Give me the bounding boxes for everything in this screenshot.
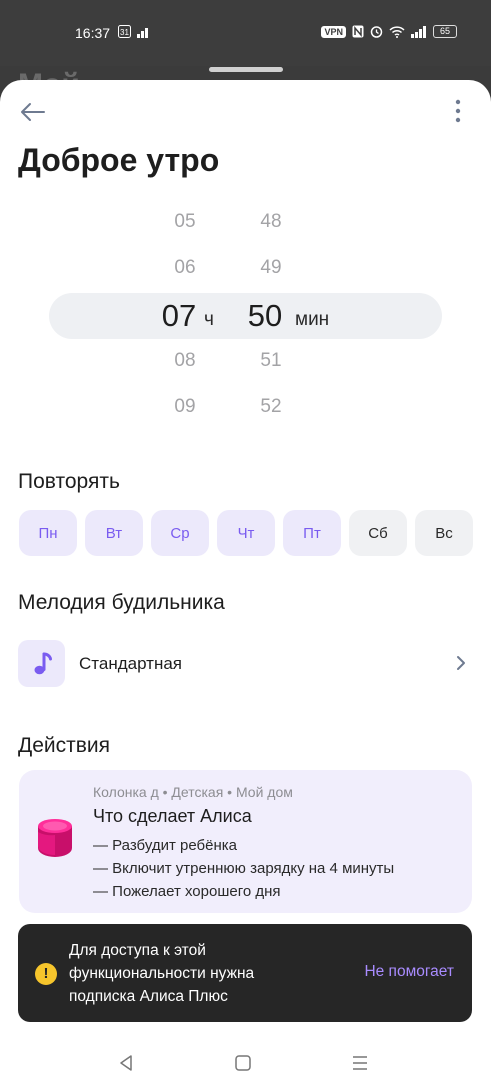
day-toggle-wed[interactable]: Ср (151, 510, 209, 556)
minute-option[interactable]: 51 (241, 350, 301, 372)
music-note-icon (18, 640, 65, 687)
signal-icon-2 (411, 25, 426, 38)
status-right-icons: VPN 65 (321, 25, 457, 38)
selected-minute[interactable]: 50 (235, 298, 295, 334)
action-card-title: Что сделает Алиса (93, 806, 252, 826)
status-left-icons: 31 (118, 25, 151, 38)
nfc-icon (352, 25, 364, 38)
more-button[interactable] (448, 96, 468, 126)
smart-speaker-icon (38, 819, 72, 857)
toast-action-button[interactable]: Не помогает (364, 963, 454, 981)
nav-menu-icon[interactable] (351, 1054, 369, 1072)
signal-icon (137, 27, 148, 38)
more-vertical-icon (455, 99, 461, 123)
action-list: — Разбудит ребёнка — Включит утреннюю за… (93, 834, 394, 903)
back-button[interactable] (18, 98, 48, 126)
minute-option[interactable]: 48 (241, 211, 301, 233)
warning-icon: ! (35, 963, 57, 985)
repeat-days: Пн Вт Ср Чт Пт Сб Вс (19, 510, 473, 556)
nav-home-icon[interactable] (234, 1054, 252, 1072)
hour-option[interactable]: 05 (155, 211, 215, 233)
toast-message: Для доступа к этой функциональности нужн… (69, 942, 255, 1005)
subscription-toast: ! Для доступа к этой функциональности ну… (18, 924, 472, 1022)
hour-option[interactable]: 08 (155, 350, 215, 372)
day-toggle-thu[interactable]: Чт (217, 510, 275, 556)
nav-back-icon[interactable] (117, 1054, 135, 1072)
action-item: — Разбудит ребёнка (93, 837, 237, 854)
hour-option[interactable]: 09 (155, 396, 215, 418)
device-meta: Колонка д • Детская • Мой дом (93, 784, 293, 800)
repeat-title: Повторять (18, 470, 120, 493)
day-toggle-sat[interactable]: Сб (349, 510, 407, 556)
status-bar: 16:37 31 VPN 65 (0, 0, 491, 66)
vpn-icon: VPN (321, 25, 346, 38)
minute-option[interactable]: 52 (241, 396, 301, 418)
chevron-right-icon (457, 656, 465, 670)
hour-option[interactable]: 06 (155, 257, 215, 279)
minute-unit-label: мин (295, 309, 330, 330)
selected-hour[interactable]: 07 (149, 298, 209, 334)
melody-selector[interactable]: Стандартная (18, 640, 473, 688)
melody-value: Стандартная (79, 654, 183, 673)
battery-icon: 65 (433, 25, 457, 38)
calendar-icon: 31 (118, 25, 131, 38)
action-item: — Пожелает хорошего дня (93, 883, 281, 900)
alarm-icon (370, 26, 383, 38)
hour-unit-label: ч (204, 309, 214, 330)
day-toggle-fri[interactable]: Пт (283, 510, 341, 556)
svg-text:31: 31 (120, 28, 129, 37)
day-toggle-sun[interactable]: Вс (415, 510, 473, 556)
minute-option[interactable]: 49 (241, 257, 301, 279)
melody-title: Мелодия будильника (18, 591, 225, 614)
action-card[interactable]: Колонка д • Детская • Мой дом Что сделае… (19, 770, 472, 913)
wifi-icon (389, 25, 405, 38)
page-title: Доброе утро (18, 142, 220, 178)
day-toggle-tue[interactable]: Вт (85, 510, 143, 556)
day-toggle-mon[interactable]: Пн (19, 510, 77, 556)
actions-title: Действия (18, 734, 111, 757)
action-item: — Включит утреннюю зарядку на 4 минуты (93, 860, 395, 877)
sheet-grabber[interactable] (209, 67, 283, 72)
status-time: 16:37 (75, 25, 111, 41)
system-nav-bar (0, 1040, 491, 1090)
arrow-left-icon (21, 103, 45, 121)
